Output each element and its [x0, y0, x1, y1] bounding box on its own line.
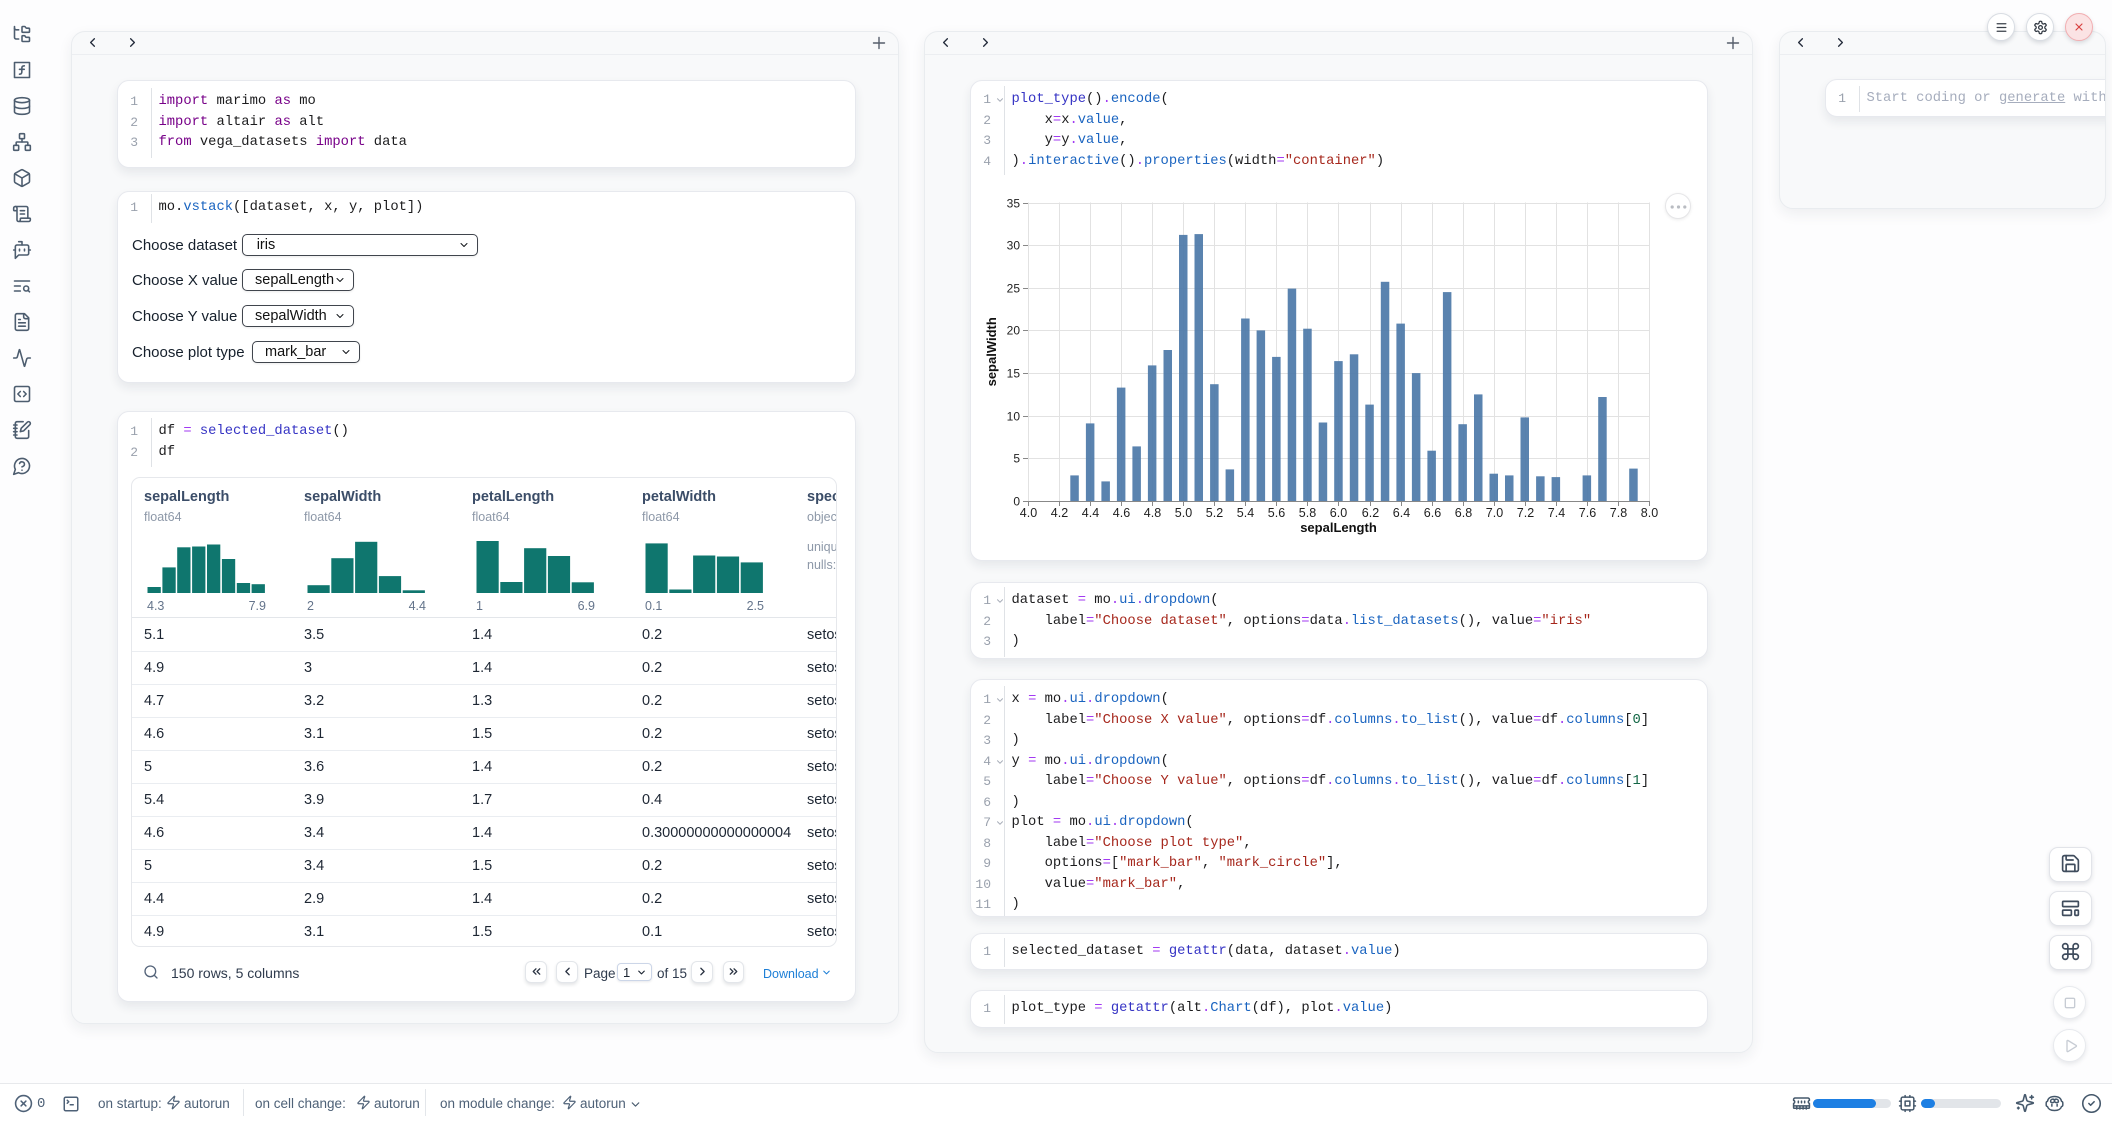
svg-text:4.8: 4.8: [1144, 506, 1161, 520]
svg-text:5.2: 5.2: [1206, 506, 1223, 520]
svg-text:sepalWidth: sepalWidth: [984, 317, 999, 386]
svg-text:6.2: 6.2: [1362, 506, 1379, 520]
svg-text:4.6: 4.6: [1113, 506, 1130, 520]
svg-text:20: 20: [1007, 324, 1021, 338]
svg-text:7.6: 7.6: [1579, 506, 1596, 520]
svg-text:7.8: 7.8: [1610, 506, 1627, 520]
svg-text:8.0: 8.0: [1641, 506, 1658, 520]
svg-text:4.4: 4.4: [1082, 506, 1099, 520]
svg-text:6.8: 6.8: [1455, 506, 1472, 520]
svg-text:15: 15: [1007, 367, 1021, 381]
svg-text:35: 35: [1007, 197, 1021, 211]
svg-text:6.4: 6.4: [1393, 506, 1410, 520]
svg-text:25: 25: [1007, 282, 1021, 296]
svg-text:5: 5: [1013, 452, 1020, 466]
svg-text:30: 30: [1007, 239, 1021, 253]
svg-text:4.0: 4.0: [1020, 506, 1037, 520]
svg-text:7.2: 7.2: [1517, 506, 1534, 520]
svg-text:0: 0: [1013, 495, 1020, 509]
svg-text:6.6: 6.6: [1424, 506, 1441, 520]
svg-text:5.0: 5.0: [1175, 506, 1192, 520]
svg-text:7.0: 7.0: [1486, 506, 1503, 520]
svg-text:sepalLength: sepalLength: [1300, 520, 1377, 535]
svg-text:5.8: 5.8: [1299, 506, 1316, 520]
svg-text:6.0: 6.0: [1330, 506, 1347, 520]
svg-text:5.6: 5.6: [1268, 506, 1285, 520]
svg-text:10: 10: [1007, 410, 1021, 424]
svg-text:4.2: 4.2: [1051, 506, 1068, 520]
svg-text:5.4: 5.4: [1237, 506, 1254, 520]
svg-text:7.4: 7.4: [1548, 506, 1565, 520]
